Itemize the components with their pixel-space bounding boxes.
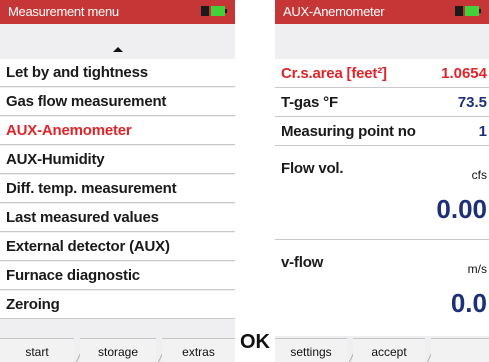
battery-icon <box>455 6 481 16</box>
row-cross-section-area[interactable]: Cr.s.area [feet²] 1.0654 <box>275 59 489 88</box>
v-flow-unit: m/s <box>467 262 487 276</box>
menu-item-let-by-tightness[interactable]: Let by and tightness <box>0 59 235 87</box>
flow-volume-label: Flow vol. <box>281 160 344 177</box>
menu-item-aux-humidity[interactable]: AUX-Humidity <box>0 146 235 174</box>
v-flow-label: v-flow <box>281 254 324 271</box>
menu-item-gas-flow[interactable]: Gas flow measurement <box>0 88 235 116</box>
title-bar: AUX-Anemometer <box>275 0 489 24</box>
tab-extras[interactable]: extras <box>162 338 235 362</box>
v-flow-value: 0.0 <box>450 288 487 318</box>
ok-button[interactable]: OK <box>237 322 273 362</box>
screen-title: AUX-Anemometer <box>283 4 385 19</box>
cross-section-area-label: Cr.s.area [feet²] <box>281 65 387 82</box>
flow-volume-panel: Flow vol. cfs 0.00 <box>275 146 489 240</box>
menu-item-external-detector[interactable]: External detector (AUX) <box>0 233 235 261</box>
menu-item-zeroing[interactable]: Zeroing <box>0 291 235 319</box>
row-t-gas[interactable]: T-gas °F 73.5 <box>275 88 489 117</box>
tab-empty[interactable] <box>431 338 489 362</box>
v-flow-panel: v-flow m/s 0.0 <box>275 240 489 336</box>
menu-item-diff-temp[interactable]: Diff. temp. measurement <box>0 175 235 203</box>
title-bar: Measurement menu <box>0 0 235 24</box>
aux-anemometer-screen: AUX-Anemometer Cr.s.area [feet²] 1.0654 … <box>275 0 489 362</box>
menu-item-furnace-diagnostic[interactable]: Furnace diagnostic <box>0 262 235 290</box>
measuring-point-label: Measuring point no <box>281 123 416 140</box>
measurement-menu-screen: Measurement menu Let by and tightness Ga… <box>0 0 235 362</box>
tab-settings[interactable]: settings <box>275 338 347 362</box>
tab-accept[interactable]: accept <box>353 338 425 362</box>
row-measuring-point[interactable]: Measuring point no 1 <box>275 117 489 146</box>
menu-item-aux-anemometer[interactable]: AUX-Anemometer <box>0 117 235 145</box>
t-gas-value: 73.5 <box>457 94 487 111</box>
menu-item-last-measured[interactable]: Last measured values <box>0 204 235 232</box>
flow-volume-value: 0.00 <box>436 194 487 224</box>
tab-start[interactable]: start <box>0 338 74 362</box>
screen-title: Measurement menu <box>8 4 119 19</box>
measuring-point-value: 1 <box>478 123 487 140</box>
scroll-up-arrow-icon[interactable] <box>113 47 123 52</box>
cross-section-area-value: 1.0654 <box>441 65 487 82</box>
battery-icon <box>201 6 227 16</box>
flow-volume-unit: cfs <box>471 168 487 182</box>
tab-storage[interactable]: storage <box>80 338 156 362</box>
t-gas-label: T-gas °F <box>281 94 338 111</box>
